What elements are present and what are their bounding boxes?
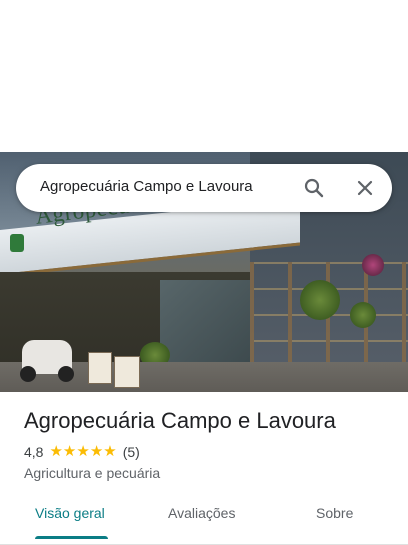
- rating-stars: ★ ★ ★ ★ ★: [49, 444, 116, 460]
- top-blank-area: [0, 0, 408, 152]
- star-icon: ★: [49, 443, 63, 460]
- tab-reviews[interactable]: Avaliações: [168, 505, 235, 521]
- search-icon[interactable]: [302, 176, 326, 200]
- review-count[interactable]: (5): [123, 444, 140, 460]
- tab-about[interactable]: Sobre: [316, 505, 353, 521]
- star-icon: ★: [62, 443, 77, 460]
- star-icon: ★: [103, 443, 117, 460]
- rating-value: 4,8: [24, 444, 44, 460]
- place-title: Agropecuária Campo e Lavoura: [24, 408, 336, 433]
- search-input[interactable]: Agropecuária Campo e Lavoura: [40, 178, 253, 195]
- rating-row[interactable]: 4,8 ★ ★ ★ ★ ★ (5): [24, 444, 140, 461]
- store-logo: [10, 234, 24, 252]
- tab-overview[interactable]: Visão geral: [35, 505, 105, 521]
- close-icon[interactable]: [353, 176, 377, 200]
- active-tab-indicator: [35, 536, 108, 539]
- star-icon: ★: [89, 443, 104, 460]
- search-bar[interactable]: Agropecuária Campo e Lavoura: [16, 164, 392, 212]
- star-icon: ★: [76, 443, 90, 460]
- place-category: Agricultura e pecuária: [24, 465, 161, 481]
- tab-bar: Visão geral Avaliações Sobre: [0, 496, 408, 545]
